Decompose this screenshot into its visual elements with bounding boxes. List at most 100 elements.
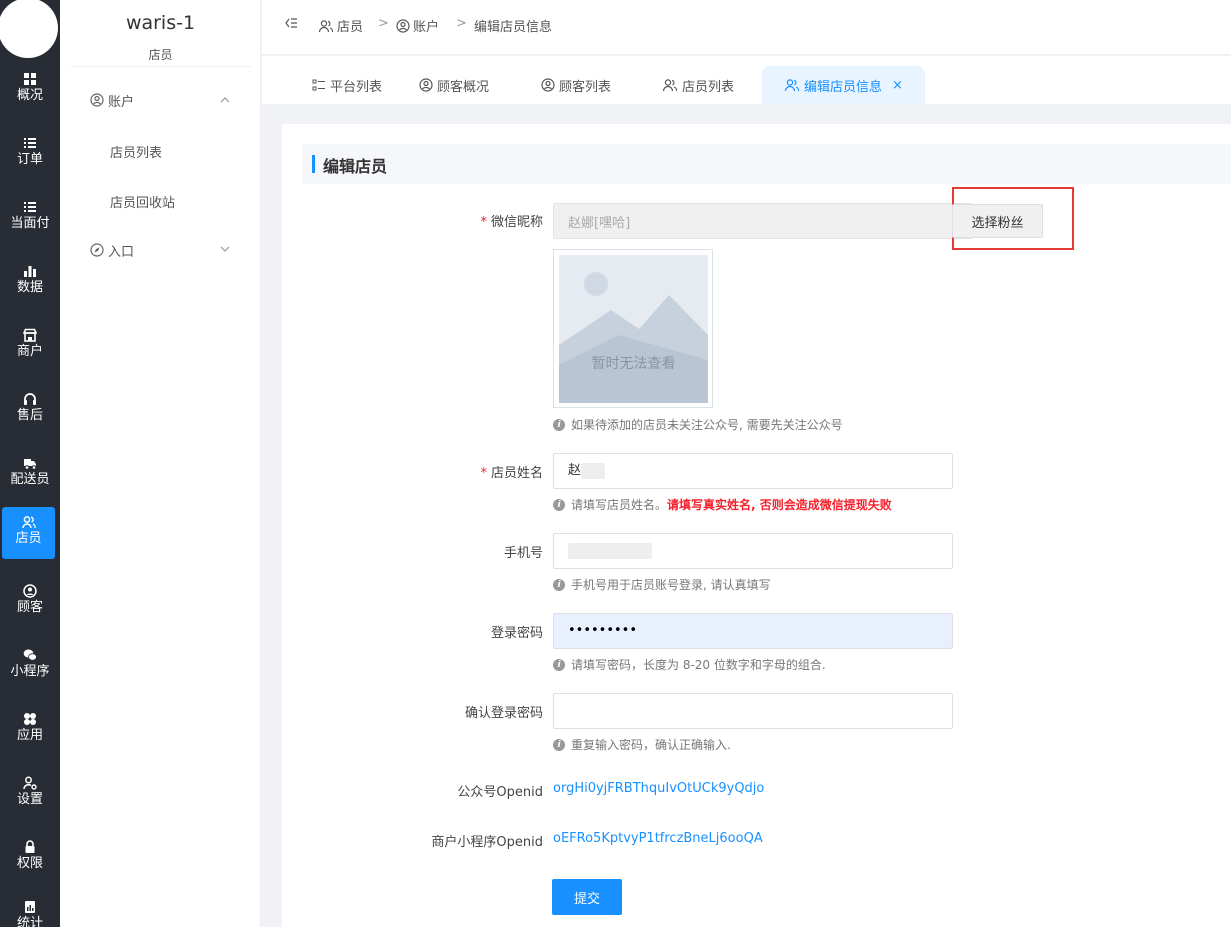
users-icon [21, 516, 36, 529]
chevron-down-icon[interactable] [220, 244, 230, 254]
subnav-link-staff-recycle[interactable]: 店员回收站 [110, 192, 175, 211]
left-nav: 概况 订单 当面付 数据 商户 售后 配送员 店员 顾客 小程序 应用 设置 权… [0, 0, 60, 927]
nav-item-staff[interactable]: 店员 [2, 507, 55, 559]
top-bar: 店员 > 账户 > 编辑店员信息 [262, 0, 1231, 55]
store-icon [23, 328, 37, 342]
breadcrumb-label: 店员 [337, 20, 364, 35]
name-input[interactable]: 赵 [553, 453, 953, 489]
nav-label: 小程序 [10, 664, 50, 679]
nav-label: 商户 [16, 344, 43, 359]
breadcrumb-item[interactable]: 账户 [396, 16, 439, 35]
name-tip: i 请填写店员姓名。 请填写真实姓名, 否则会造成微信提现失败 [553, 496, 892, 513]
tab-close-button[interactable]: × [892, 78, 903, 93]
form-header: 编辑店员 [302, 144, 1231, 184]
password-input[interactable]: ••••••••• [553, 613, 953, 649]
nav-item-merchant[interactable]: 商户 [0, 320, 60, 376]
name-label: * 店员姓名 [282, 462, 543, 481]
lock-icon [25, 840, 35, 853]
nav-item-aftersale[interactable]: 售后 [0, 384, 60, 440]
nav-item-settings[interactable]: 设置 [0, 768, 60, 824]
phone-tip: i 手机号用于店员账号登录, 请认真填写 [553, 576, 771, 593]
phone-input[interactable] [553, 533, 953, 569]
nav-label: 概况 [16, 88, 43, 103]
breadcrumb-separator: > [378, 16, 389, 31]
tip-text: 请填写密码，长度为 8-20 位数字和字母的组合. [571, 658, 826, 672]
tab-bar: 平台列表 顾客概况 顾客列表 店员列表 编辑店员信息 × [262, 56, 1231, 104]
tab-customer-list[interactable]: 顾客列表 [541, 66, 611, 104]
redacted-mask [568, 542, 652, 559]
password-tip: i 请填写密码，长度为 8-20 位数字和字母的组合. [553, 656, 826, 673]
password-label: 登录密码 [490, 626, 543, 641]
collapse-menu-icon[interactable] [284, 16, 298, 30]
nav-item-miniapp[interactable]: 小程序 [0, 640, 60, 696]
nav-label: 售后 [16, 408, 43, 423]
nav-item-overview[interactable]: 概况 [0, 64, 60, 120]
nickname-input [553, 203, 973, 239]
user-circle-icon [90, 93, 104, 107]
nav-label: 权限 [16, 856, 43, 871]
subnav-group-account[interactable]: 账户 [90, 90, 134, 110]
headset-icon [24, 393, 36, 405]
subnav-group-label: 账户 [108, 94, 135, 110]
nav-label: 应用 [16, 728, 43, 743]
list-icon [24, 202, 36, 212]
breadcrumb-current: 编辑店员信息 [474, 16, 552, 35]
clover-icon [24, 713, 36, 725]
select-fans-button[interactable]: 选择粉丝 [952, 204, 1043, 238]
nav-label: 店员 [15, 531, 42, 546]
subnav-group-entry[interactable]: 入口 [90, 240, 134, 260]
shop-name: waris-1 [125, 12, 196, 34]
nav-item-apps[interactable]: 应用 [0, 704, 60, 760]
user-circle-icon [23, 584, 37, 598]
breadcrumb-item[interactable]: 店员 [318, 16, 363, 35]
tab-label: 顾客概况 [437, 79, 490, 95]
tab-staff-list[interactable]: 店员列表 [662, 66, 734, 104]
avatar-image-box[interactable]: 暂时无法查看 [553, 249, 713, 408]
tip-text: 手机号用于店员账号登录, 请认真填写 [571, 578, 771, 592]
mp-openid-label: 公众号Openid [457, 785, 543, 800]
image-placeholder: 暂时无法查看 [559, 255, 708, 403]
name-value: 赵 [568, 463, 582, 478]
nav-label: 订单 [16, 152, 43, 167]
breadcrumb-label: 编辑店员信息 [474, 20, 553, 35]
nickname-tip: i 如果待添加的店员未关注公众号, 需要先关注公众号 [553, 416, 843, 433]
tab-platform-list[interactable]: 平台列表 [312, 66, 382, 104]
tab-edit-staff[interactable]: 编辑店员信息 × [762, 66, 925, 104]
users-icon [662, 79, 678, 92]
phone-label: 手机号 [503, 546, 543, 561]
mini-openid-value: oEFRo5KptvyP1tfrczBneLj6ooQA [553, 831, 763, 846]
name-label-text: 店员姓名 [490, 466, 543, 481]
sub-nav: waris-1 店员 账户 店员列表 店员回收站 入口 [60, 0, 261, 927]
confirm-password-tip: i 重复输入密码，确认正确输入. [553, 736, 731, 753]
confirm-password-input[interactable] [553, 693, 953, 729]
avatar[interactable] [0, 0, 58, 58]
accent-bar [312, 155, 315, 173]
nav-item-customer[interactable]: 顾客 [0, 576, 60, 632]
nav-item-permission[interactable]: 权限 [0, 832, 60, 888]
user-circle-icon [419, 78, 433, 92]
breadcrumb-separator: > [456, 16, 467, 31]
wechat-icon [23, 649, 37, 661]
nav-item-delivery[interactable]: 配送员 [0, 448, 60, 504]
nav-item-stats[interactable]: 统计 [0, 892, 60, 927]
submit-button[interactable]: 提交 [552, 879, 622, 915]
truck-icon [24, 459, 37, 470]
nav-item-data[interactable]: 数据 [0, 256, 60, 312]
nickname-label: * 微信昵称 [282, 211, 543, 230]
user-circle-icon [541, 78, 555, 92]
user-circle-icon [396, 18, 410, 33]
subnav-link-staff-list[interactable]: 店员列表 [110, 142, 162, 161]
nav-item-facepay[interactable]: 当面付 [0, 192, 60, 248]
image-placeholder-icon [559, 272, 708, 403]
nav-item-orders[interactable]: 订单 [0, 128, 60, 184]
report-icon [25, 901, 35, 913]
tab-label: 顾客列表 [559, 79, 612, 95]
tab-label: 编辑店员信息 [804, 79, 883, 95]
grid-icon [24, 73, 36, 85]
tip-text: 如果待添加的店员未关注公众号, 需要先关注公众号 [571, 418, 843, 432]
bar-chart-icon [24, 266, 36, 277]
users-icon [318, 19, 334, 32]
chevron-up-icon[interactable] [220, 95, 230, 105]
users-icon [784, 79, 800, 92]
tab-customer-overview[interactable]: 顾客概况 [419, 66, 489, 104]
